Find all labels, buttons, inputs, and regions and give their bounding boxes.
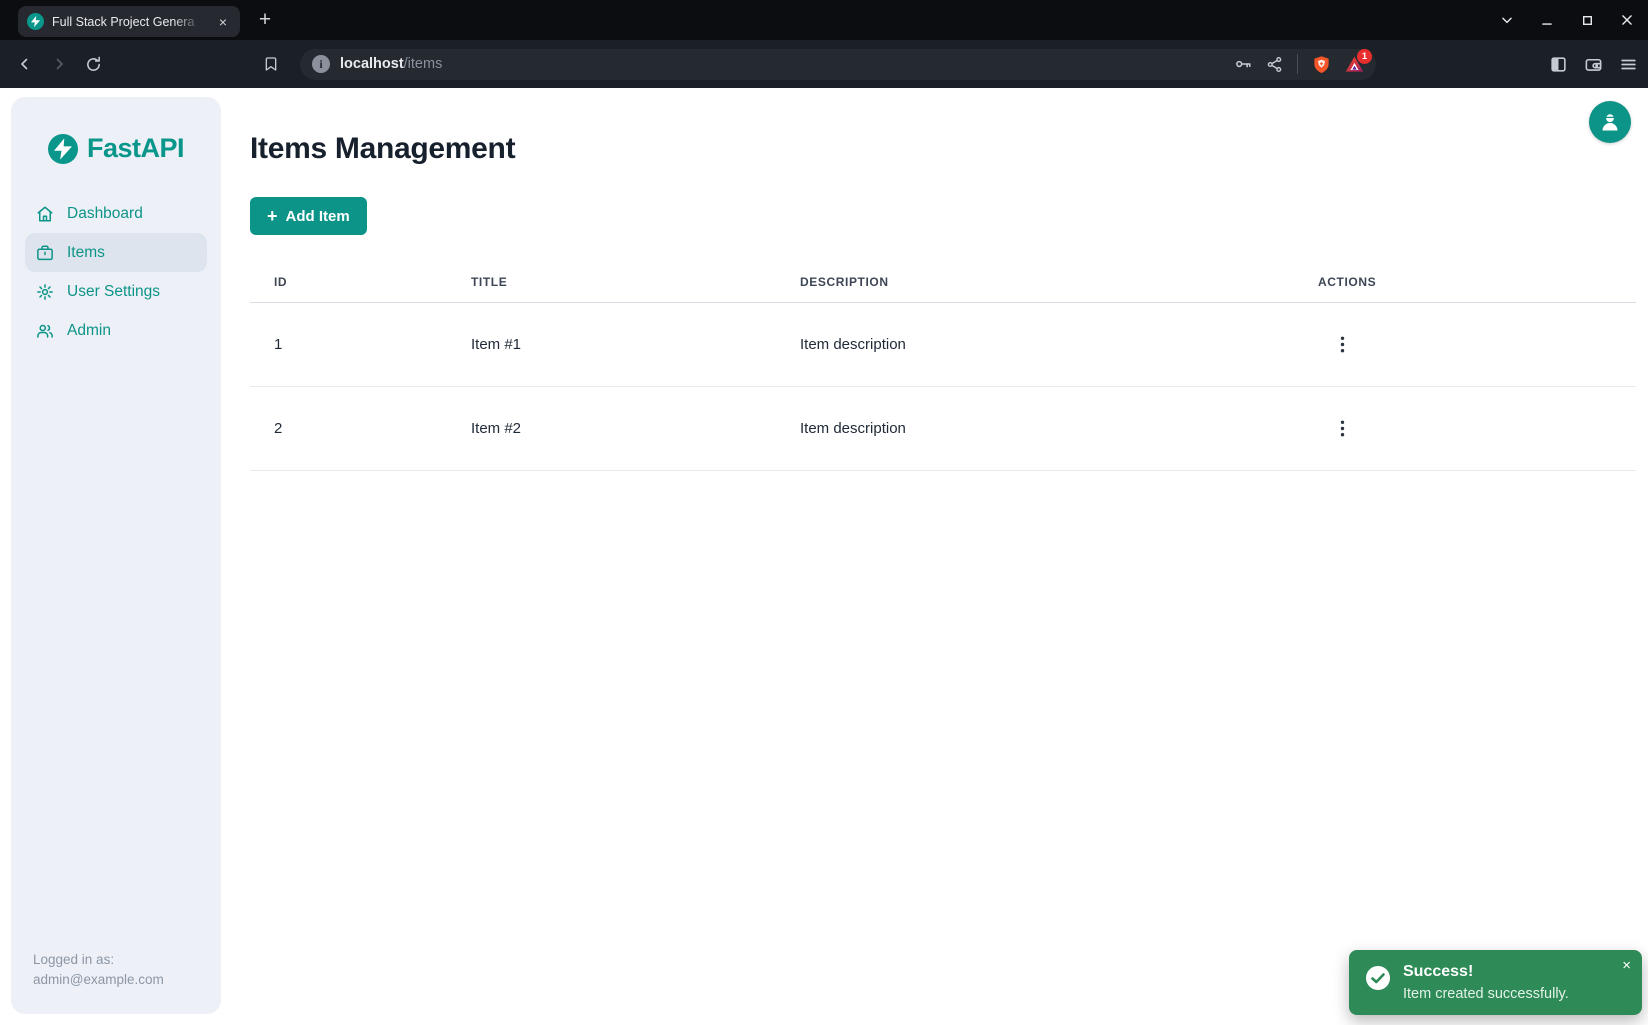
- sidebar-item-label: Admin: [67, 322, 111, 340]
- share-icon[interactable]: [1266, 56, 1283, 73]
- sidebar-item-items[interactable]: Items: [25, 233, 207, 272]
- back-button[interactable]: [10, 49, 40, 79]
- cell-description: Item description: [776, 303, 1294, 387]
- page-content: FastAPI Dashboard Items User Set: [0, 88, 1648, 1025]
- items-table: ID TITLE DESCRIPTION ACTIONS 1 Item #1 I…: [250, 267, 1636, 471]
- site-info-icon[interactable]: i: [312, 55, 330, 73]
- url-host: localhost: [340, 56, 404, 72]
- wallet-icon[interactable]: [1584, 55, 1603, 74]
- browser-toolbar: i localhost/items: [0, 40, 1648, 88]
- user-avatar-icon: [1598, 110, 1622, 134]
- header-description: DESCRIPTION: [776, 267, 1294, 303]
- brave-rewards-icon[interactable]: 1: [1345, 55, 1364, 74]
- brand-name: FastAPI: [87, 133, 184, 164]
- browser-tab[interactable]: Full Stack Project Genera ×: [18, 6, 240, 37]
- gear-icon: [36, 283, 54, 301]
- add-item-label: Add Item: [286, 208, 350, 225]
- sidebar-item-dashboard[interactable]: Dashboard: [25, 194, 207, 233]
- sidebar-item-label: Dashboard: [67, 205, 143, 223]
- table-row: 2 Item #2 Item description: [250, 387, 1636, 471]
- users-icon: [36, 322, 54, 340]
- home-icon: [36, 205, 54, 223]
- sidebar-item-admin[interactable]: Admin: [25, 311, 207, 350]
- brand: FastAPI: [11, 133, 221, 164]
- window-controls: [1494, 0, 1640, 40]
- toast-message: Item created successfully.: [1403, 986, 1569, 1002]
- row-actions-kebab-icon[interactable]: [1334, 416, 1351, 441]
- header-title: TITLE: [447, 267, 776, 303]
- address-bar[interactable]: i localhost/items: [300, 49, 1376, 80]
- rewards-badge: 1: [1357, 49, 1372, 64]
- sidebar-item-label: User Settings: [67, 283, 160, 301]
- cell-title: Item #2: [447, 387, 776, 471]
- tab-title: Full Stack Project Genera: [52, 15, 207, 29]
- menu-icon[interactable]: [1619, 55, 1638, 74]
- plus-icon: +: [267, 207, 278, 225]
- logged-in-email: admin@example.com: [33, 970, 164, 990]
- row-actions-kebab-icon[interactable]: [1334, 332, 1351, 357]
- brave-shield-icon[interactable]: [1312, 55, 1331, 74]
- reload-button[interactable]: [78, 49, 108, 79]
- sidebar: FastAPI Dashboard Items User Set: [11, 97, 221, 1014]
- cell-description: Item description: [776, 387, 1294, 471]
- header-id: ID: [250, 267, 447, 303]
- logged-in-status: Logged in as: admin@example.com: [33, 950, 164, 990]
- add-item-button[interactable]: + Add Item: [250, 197, 367, 235]
- table-header-row: ID TITLE DESCRIPTION ACTIONS: [250, 267, 1636, 303]
- fastapi-favicon-icon: [27, 13, 44, 30]
- main-content: Items Management + Add Item ID TITLE DES…: [250, 88, 1636, 471]
- header-actions: ACTIONS: [1294, 267, 1636, 303]
- sidebar-item-user-settings[interactable]: User Settings: [25, 272, 207, 311]
- table-row: 1 Item #1 Item description: [250, 303, 1636, 387]
- forward-button[interactable]: [44, 49, 74, 79]
- new-tab-button[interactable]: +: [250, 0, 280, 40]
- sidebar-panel-icon[interactable]: [1549, 55, 1568, 74]
- browser-tab-strip: Full Stack Project Genera × +: [0, 0, 1648, 40]
- sidebar-item-label: Items: [67, 244, 105, 262]
- maximize-button[interactable]: [1574, 7, 1600, 33]
- toolbar-divider: [1297, 54, 1298, 74]
- briefcase-icon: [36, 244, 54, 262]
- tab-search-chevron-icon[interactable]: [1494, 7, 1520, 33]
- logged-in-label: Logged in as:: [33, 950, 164, 970]
- sidebar-nav: Dashboard Items User Settings: [11, 194, 221, 350]
- cell-id: 1: [250, 303, 447, 387]
- close-window-button[interactable]: [1614, 7, 1640, 33]
- url-path: /items: [404, 56, 443, 72]
- url-text: localhost/items: [340, 56, 442, 72]
- minimize-button[interactable]: [1534, 7, 1560, 33]
- page-title: Items Management: [250, 132, 1636, 166]
- success-toast: Success! Item created successfully. ×: [1349, 950, 1642, 1015]
- cell-id: 2: [250, 387, 447, 471]
- password-key-icon[interactable]: [1234, 55, 1252, 73]
- cell-title: Item #1: [447, 303, 776, 387]
- user-avatar-button[interactable]: [1589, 101, 1631, 143]
- toast-title: Success!: [1403, 963, 1569, 981]
- bookmark-icon[interactable]: [256, 49, 286, 79]
- check-circle-icon: [1365, 965, 1391, 991]
- fastapi-logo-icon: [48, 134, 78, 164]
- tab-close-icon[interactable]: ×: [215, 13, 231, 31]
- toast-close-icon[interactable]: ×: [1620, 956, 1633, 975]
